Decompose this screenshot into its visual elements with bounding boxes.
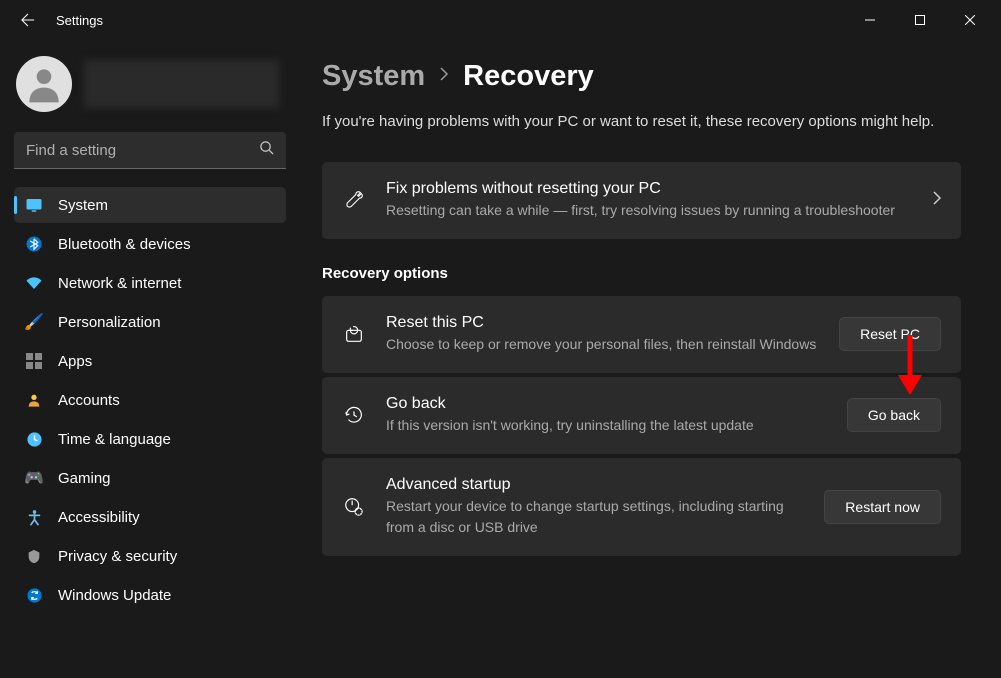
card-desc: Resetting can take a while — first, try …	[386, 200, 913, 221]
minimize-icon	[865, 15, 875, 25]
maximize-button[interactable]	[897, 4, 943, 36]
clock-icon	[24, 429, 44, 449]
window-title: Settings	[56, 13, 103, 28]
go-back-card: Go back If this version isn't working, t…	[322, 377, 961, 454]
profile-section[interactable]	[14, 48, 286, 132]
nav-label: Personalization	[58, 314, 161, 331]
nav-label: Time & language	[58, 431, 171, 448]
card-title: Go back	[386, 395, 827, 413]
maximize-icon	[915, 15, 925, 25]
close-button[interactable]	[947, 4, 993, 36]
page-description: If you're having problems with your PC o…	[322, 111, 961, 134]
person-icon	[22, 62, 66, 106]
title-bar: Settings	[0, 0, 1001, 40]
breadcrumb-current: Recovery	[463, 60, 594, 93]
nav-label: Accounts	[58, 392, 120, 409]
nav-label: System	[58, 197, 108, 214]
sidebar-item-privacy[interactable]: Privacy & security	[14, 538, 286, 574]
wifi-icon	[24, 273, 44, 293]
sidebar-item-personalization[interactable]: 🖌️ Personalization	[14, 304, 286, 340]
minimize-button[interactable]	[847, 4, 893, 36]
section-title: Recovery options	[322, 265, 961, 282]
breadcrumb: System Recovery	[322, 60, 961, 93]
sidebar-item-windowsupdate[interactable]: Windows Update	[14, 577, 286, 613]
nav-label: Privacy & security	[58, 548, 177, 565]
bluetooth-icon	[24, 234, 44, 254]
nav-list: System Bluetooth & devices Network & int…	[14, 187, 286, 613]
card-desc: Choose to keep or remove your personal f…	[386, 334, 819, 355]
accessibility-icon	[24, 507, 44, 527]
person-icon	[24, 390, 44, 410]
sidebar: System Bluetooth & devices Network & int…	[0, 40, 300, 678]
monitor-icon	[24, 195, 44, 215]
sidebar-item-gaming[interactable]: 🎮 Gaming	[14, 460, 286, 496]
sidebar-item-network[interactable]: Network & internet	[14, 265, 286, 301]
avatar	[16, 56, 72, 112]
reset-pc-button[interactable]: Reset PC	[839, 317, 941, 351]
card-title: Advanced startup	[386, 476, 804, 494]
wrench-icon	[342, 189, 366, 211]
shield-icon	[24, 546, 44, 566]
go-back-button[interactable]: Go back	[847, 398, 941, 432]
card-desc: Restart your device to change startup se…	[386, 496, 804, 538]
history-icon	[342, 404, 366, 426]
sidebar-item-apps[interactable]: Apps	[14, 343, 286, 379]
restart-now-button[interactable]: Restart now	[824, 490, 941, 524]
sidebar-item-accessibility[interactable]: Accessibility	[14, 499, 286, 535]
card-desc: If this version isn't working, try unins…	[386, 415, 827, 436]
chevron-right-icon	[933, 191, 941, 210]
advanced-startup-card: Advanced startup Restart your device to …	[322, 458, 961, 556]
nav-label: Apps	[58, 353, 92, 370]
nav-label: Accessibility	[58, 509, 140, 526]
grid-icon	[24, 351, 44, 371]
troubleshooter-card[interactable]: Fix problems without resetting your PC R…	[322, 162, 961, 239]
card-title: Reset this PC	[386, 314, 819, 332]
nav-label: Gaming	[58, 470, 111, 487]
reset-icon	[342, 323, 366, 345]
window-controls	[847, 4, 993, 36]
reset-pc-card: Reset this PC Choose to keep or remove y…	[322, 296, 961, 373]
nav-label: Bluetooth & devices	[58, 236, 191, 253]
nav-label: Windows Update	[58, 587, 171, 604]
nav-label: Network & internet	[58, 275, 181, 292]
sidebar-item-time[interactable]: Time & language	[14, 421, 286, 457]
card-title: Fix problems without resetting your PC	[386, 180, 913, 198]
paint-icon: 🖌️	[24, 312, 44, 332]
close-icon	[965, 15, 975, 25]
profile-info-redacted	[84, 60, 279, 108]
chevron-right-icon	[439, 67, 449, 86]
sidebar-item-system[interactable]: System	[14, 187, 286, 223]
sync-icon	[24, 585, 44, 605]
sidebar-item-bluetooth[interactable]: Bluetooth & devices	[14, 226, 286, 262]
search-icon	[259, 140, 274, 160]
search-box[interactable]	[14, 132, 286, 169]
back-arrow-icon	[21, 13, 35, 27]
sidebar-item-accounts[interactable]: Accounts	[14, 382, 286, 418]
breadcrumb-parent[interactable]: System	[322, 60, 425, 93]
power-gear-icon	[342, 496, 366, 518]
gamepad-icon: 🎮	[24, 468, 44, 488]
back-button[interactable]	[16, 8, 40, 32]
search-input[interactable]	[26, 142, 259, 159]
content-area: System Recovery If you're having problem…	[300, 40, 1001, 678]
